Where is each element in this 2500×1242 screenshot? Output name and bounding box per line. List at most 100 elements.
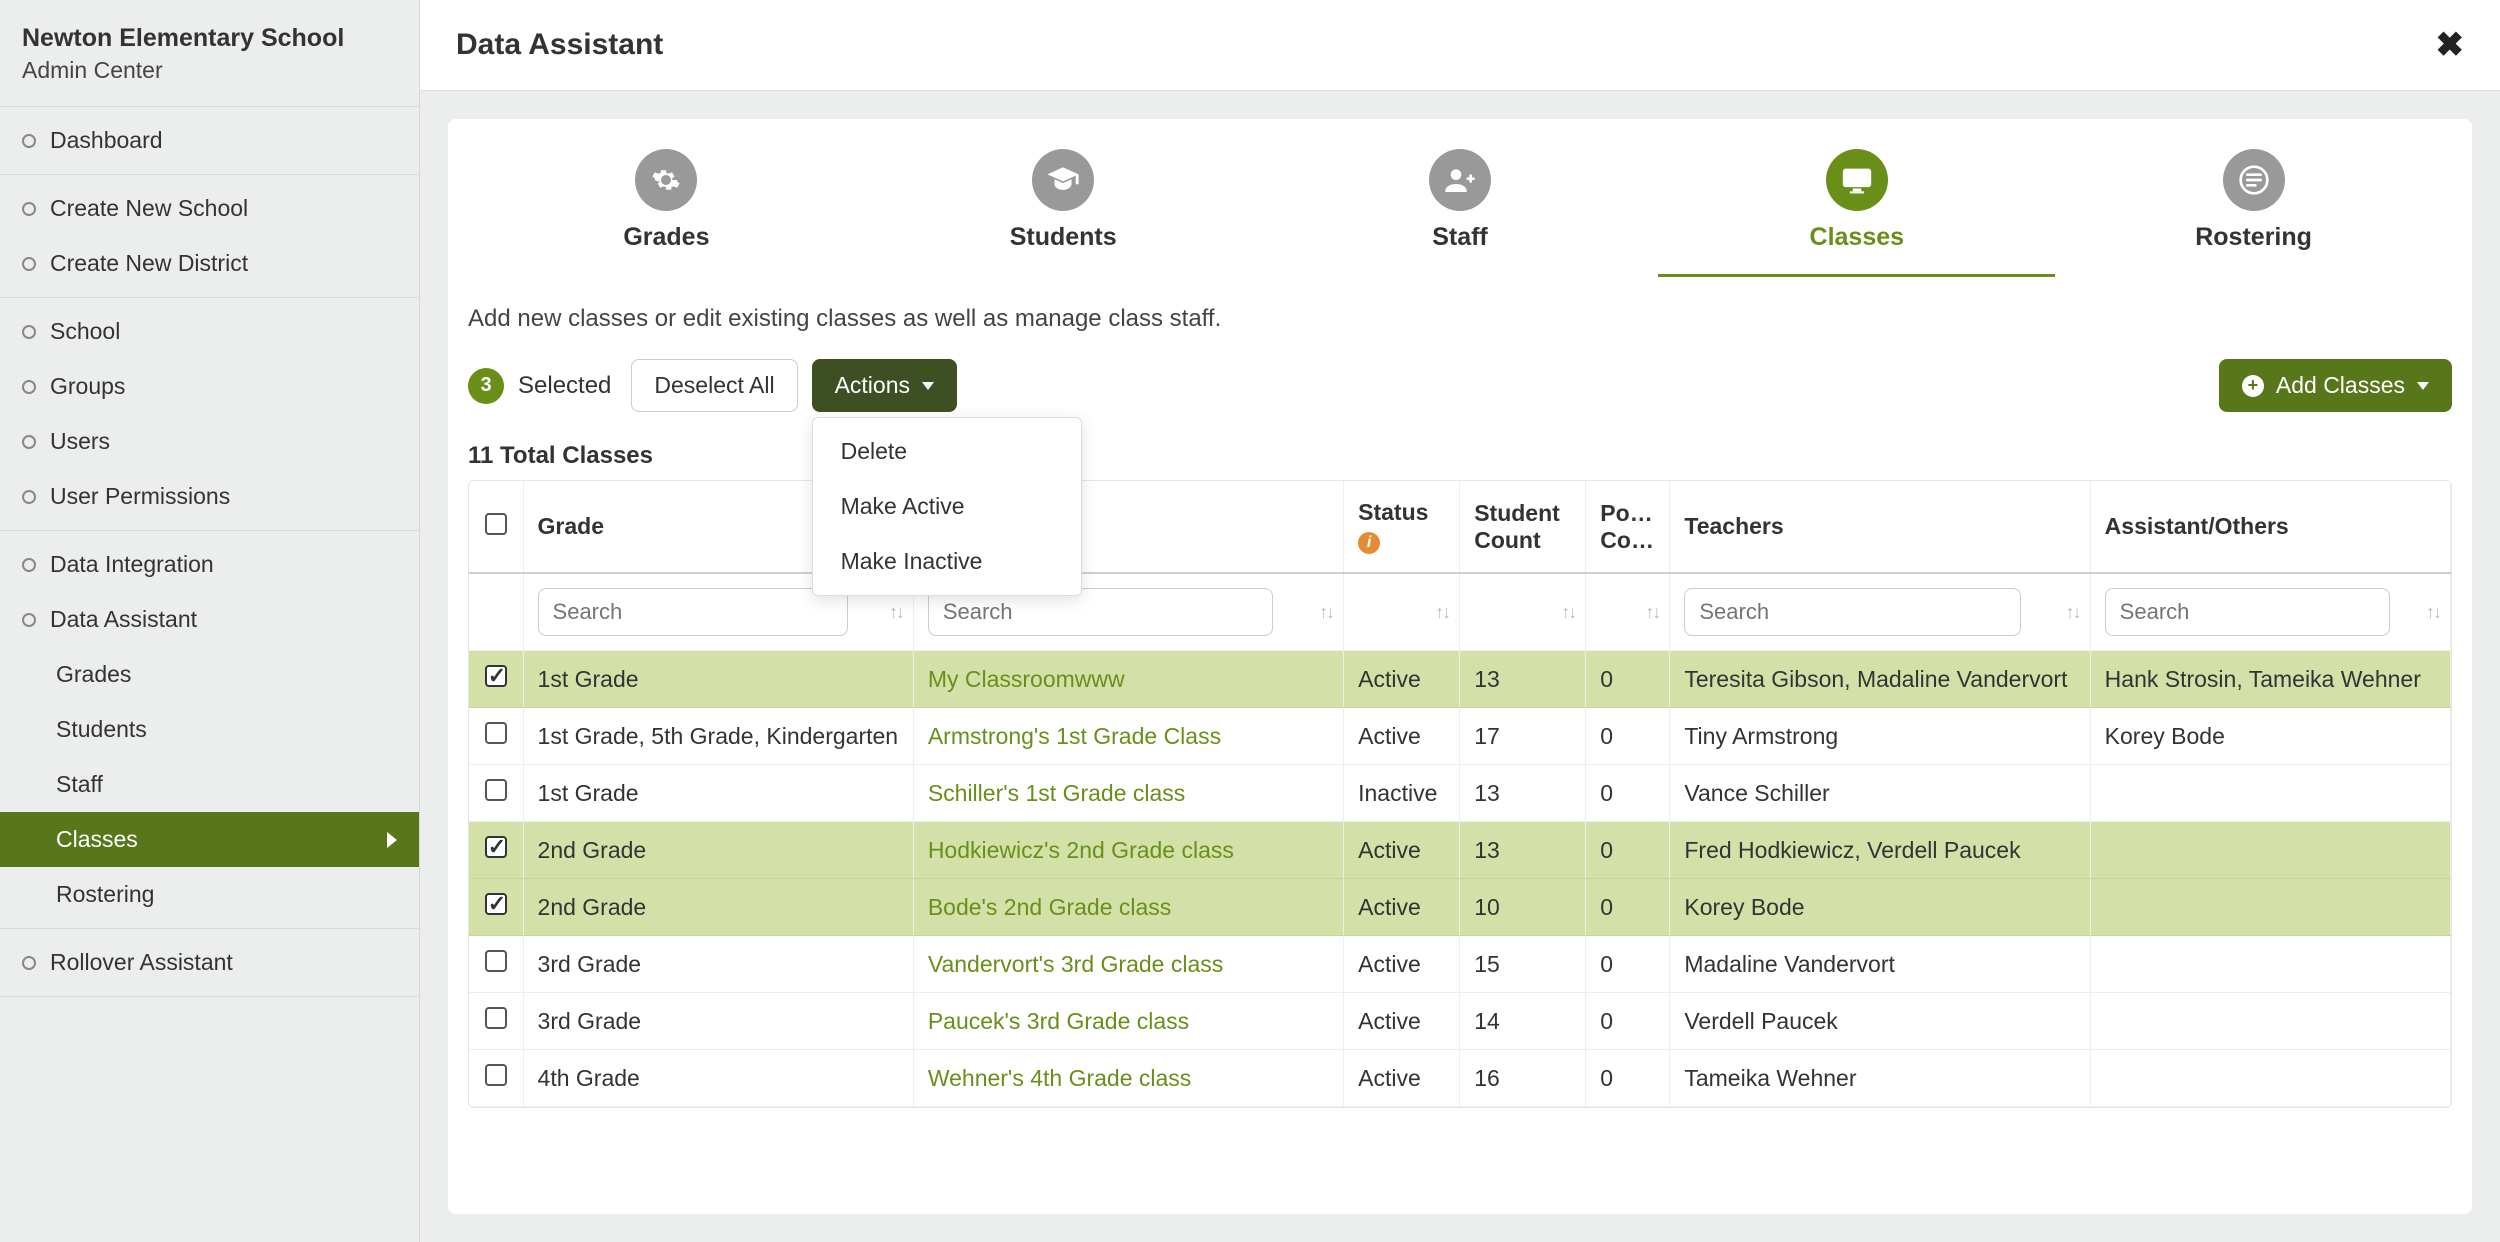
- tab-label: Staff: [1262, 223, 1659, 252]
- monitor-icon: [1826, 149, 1888, 211]
- menu-item-delete[interactable]: Delete: [813, 424, 1081, 479]
- caret-down-icon: [2417, 382, 2429, 390]
- sort-icon[interactable]: [1561, 605, 1575, 619]
- sidebar-item-rollover-assistant[interactable]: Rollover Assistant: [0, 935, 419, 990]
- filter-assistants-input[interactable]: [2105, 588, 2390, 636]
- sidebar-item-dashboard[interactable]: Dashboard: [0, 113, 419, 168]
- sidebar-item-grades[interactable]: Grades: [0, 647, 419, 702]
- class-name-link[interactable]: Bode's 2nd Grade class: [928, 894, 1171, 920]
- cell-status: Active: [1344, 1050, 1460, 1107]
- sort-icon[interactable]: [1319, 605, 1333, 619]
- class-name-link[interactable]: Armstrong's 1st Grade Class: [928, 723, 1221, 749]
- cell-assistants: [2090, 936, 2450, 993]
- filter-teachers-input[interactable]: [1684, 588, 2021, 636]
- cell-posts-count: 0: [1586, 651, 1670, 708]
- col-header-teachers[interactable]: Teachers: [1670, 481, 2090, 573]
- bullet-icon: [22, 490, 36, 504]
- close-icon[interactable]: ✖: [2436, 28, 2465, 62]
- sidebar-item-classes[interactable]: Classes: [0, 812, 419, 867]
- cell-teachers: Fred Hodkiewicz, Verdell Paucek: [1670, 822, 2090, 879]
- class-name-link[interactable]: Schiller's 1st Grade class: [928, 780, 1185, 806]
- row-checkbox[interactable]: [485, 893, 507, 915]
- list-check-icon: [2223, 149, 2285, 211]
- tab-classes[interactable]: Classes: [1658, 139, 2055, 277]
- deselect-all-label: Deselect All: [654, 372, 774, 399]
- deselect-all-button[interactable]: Deselect All: [631, 359, 797, 412]
- sidebar-item-create-new-district[interactable]: Create New District: [0, 236, 419, 291]
- cell-posts-count: 0: [1586, 765, 1670, 822]
- tab-staff[interactable]: Staff: [1262, 139, 1659, 277]
- sidebar-item-label: Groups: [50, 373, 125, 400]
- sidebar-item-groups[interactable]: Groups: [0, 359, 419, 414]
- sidebar: Newton Elementary School Admin Center Da…: [0, 0, 420, 1242]
- tabs: GradesStudentsStaffClassesRostering: [448, 139, 2472, 277]
- add-classes-label: Add Classes: [2276, 372, 2405, 399]
- sidebar-item-data-assistant[interactable]: Data Assistant: [0, 592, 419, 647]
- sort-icon[interactable]: [1645, 605, 1659, 619]
- sidebar-item-create-new-school[interactable]: Create New School: [0, 181, 419, 236]
- class-name-link[interactable]: My Classroomwww: [928, 666, 1125, 692]
- menu-item-make-inactive[interactable]: Make Inactive: [813, 534, 1081, 589]
- class-name-link[interactable]: Hodkiewicz's 2nd Grade class: [928, 837, 1234, 863]
- row-checkbox[interactable]: [485, 779, 507, 801]
- tab-grades[interactable]: Grades: [468, 139, 865, 277]
- cell-teachers: Tiny Armstrong: [1670, 708, 2090, 765]
- sidebar-item-staff[interactable]: Staff: [0, 757, 419, 812]
- col-header-posts-count[interactable]: Posts Count: [1586, 481, 1670, 573]
- col-header-student-count[interactable]: Student Count: [1460, 481, 1586, 573]
- col-header-status[interactable]: Status i: [1344, 481, 1460, 573]
- select-all-header[interactable]: [469, 481, 523, 573]
- cell-teachers: Korey Bode: [1670, 879, 2090, 936]
- bullet-icon: [22, 380, 36, 394]
- selected-label: Selected: [518, 372, 611, 400]
- sidebar-item-school[interactable]: School: [0, 304, 419, 359]
- cell-status: Active: [1344, 651, 1460, 708]
- cell-grade: 3rd Grade: [523, 993, 913, 1050]
- cell-grade: 1st Grade: [523, 765, 913, 822]
- tab-rostering[interactable]: Rostering: [2055, 139, 2452, 277]
- filter-grade-input[interactable]: [538, 588, 849, 636]
- class-name-link[interactable]: Paucek's 3rd Grade class: [928, 1008, 1189, 1034]
- tab-students[interactable]: Students: [865, 139, 1262, 277]
- sidebar-item-user-permissions[interactable]: User Permissions: [0, 469, 419, 524]
- table-row: 1st GradeSchiller's 1st Grade classInact…: [469, 765, 2451, 822]
- class-name-link[interactable]: Wehner's 4th Grade class: [928, 1065, 1191, 1091]
- sort-icon[interactable]: [2426, 605, 2440, 619]
- sidebar-item-label: Classes: [56, 826, 138, 853]
- cell-student-count: 13: [1460, 651, 1586, 708]
- row-checkbox[interactable]: [485, 836, 507, 858]
- bullet-icon: [22, 134, 36, 148]
- total-classes-text: 11 Total Classes: [468, 442, 2452, 470]
- actions-menu: DeleteMake ActiveMake Inactive: [812, 417, 1082, 596]
- class-name-link[interactable]: Vandervort's 3rd Grade class: [928, 951, 1223, 977]
- sort-icon[interactable]: [889, 605, 903, 619]
- row-checkbox[interactable]: [485, 1064, 507, 1086]
- bullet-icon: [22, 435, 36, 449]
- menu-item-make-active[interactable]: Make Active: [813, 479, 1081, 534]
- add-classes-button[interactable]: + Add Classes: [2219, 359, 2452, 412]
- sidebar-item-rostering[interactable]: Rostering: [0, 867, 419, 922]
- sidebar-item-students[interactable]: Students: [0, 702, 419, 757]
- cell-grade: 1st Grade: [523, 651, 913, 708]
- sort-icon[interactable]: [2066, 605, 2080, 619]
- cell-assistants: Korey Bode: [2090, 708, 2450, 765]
- sidebar-item-data-integration[interactable]: Data Integration: [0, 537, 419, 592]
- cell-posts-count: 0: [1586, 708, 1670, 765]
- row-checkbox[interactable]: [485, 722, 507, 744]
- actions-button[interactable]: Actions: [812, 359, 957, 412]
- page-subtext: Add new classes or edit existing classes…: [468, 305, 2452, 333]
- col-header-assistants[interactable]: Assistant/Others: [2090, 481, 2450, 573]
- cell-teachers: Verdell Paucek: [1670, 993, 2090, 1050]
- tab-label: Classes: [1658, 223, 2055, 252]
- row-checkbox[interactable]: [485, 950, 507, 972]
- sort-icon[interactable]: [1435, 605, 1449, 619]
- checkbox-icon: [485, 513, 507, 535]
- cell-posts-count: 0: [1586, 879, 1670, 936]
- sidebar-item-label: User Permissions: [50, 483, 230, 510]
- info-icon[interactable]: i: [1358, 532, 1380, 554]
- row-checkbox[interactable]: [485, 665, 507, 687]
- sidebar-item-users[interactable]: Users: [0, 414, 419, 469]
- sidebar-item-label: Staff: [56, 771, 103, 798]
- row-checkbox[interactable]: [485, 1007, 507, 1029]
- status-label: Status: [1358, 499, 1428, 525]
